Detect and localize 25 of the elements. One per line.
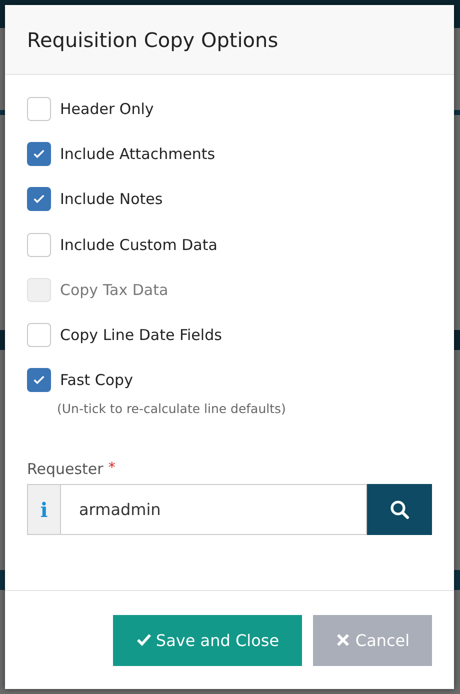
requester-field[interactable]: armadmin [61, 484, 367, 536]
checkbox[interactable] [27, 187, 51, 212]
hint-text: (Un-tick to re-calculate line defaults) [57, 401, 287, 416]
dialog-title: Requisition Copy Options [27, 28, 278, 52]
required-mark: * [108, 460, 116, 478]
option-label: Include Custom Data [60, 236, 218, 254]
option-label: Include Notes [60, 190, 163, 208]
checkbox[interactable] [27, 142, 51, 166]
info-icon: i [27, 484, 61, 536]
checkbox[interactable] [27, 368, 51, 392]
checkbox[interactable] [27, 96, 51, 121]
cancel-button[interactable]: Cancel [313, 614, 432, 666]
option-label: Include Attachments [60, 144, 216, 163]
option-label: Fast Copy [60, 371, 133, 390]
field-label: Requester [27, 460, 104, 478]
option-label: Copy Line Date Fields [60, 326, 222, 344]
search-icon [390, 500, 410, 520]
checkbox[interactable] [27, 232, 51, 257]
close-icon [335, 632, 352, 648]
save-button[interactable]: Save and Close [113, 614, 302, 666]
checkbox[interactable] [27, 323, 51, 348]
option-label: Header Only [60, 100, 154, 118]
option-label: Copy Tax Data [60, 280, 168, 299]
search-button[interactable] [367, 484, 432, 536]
check-icon [136, 632, 152, 648]
